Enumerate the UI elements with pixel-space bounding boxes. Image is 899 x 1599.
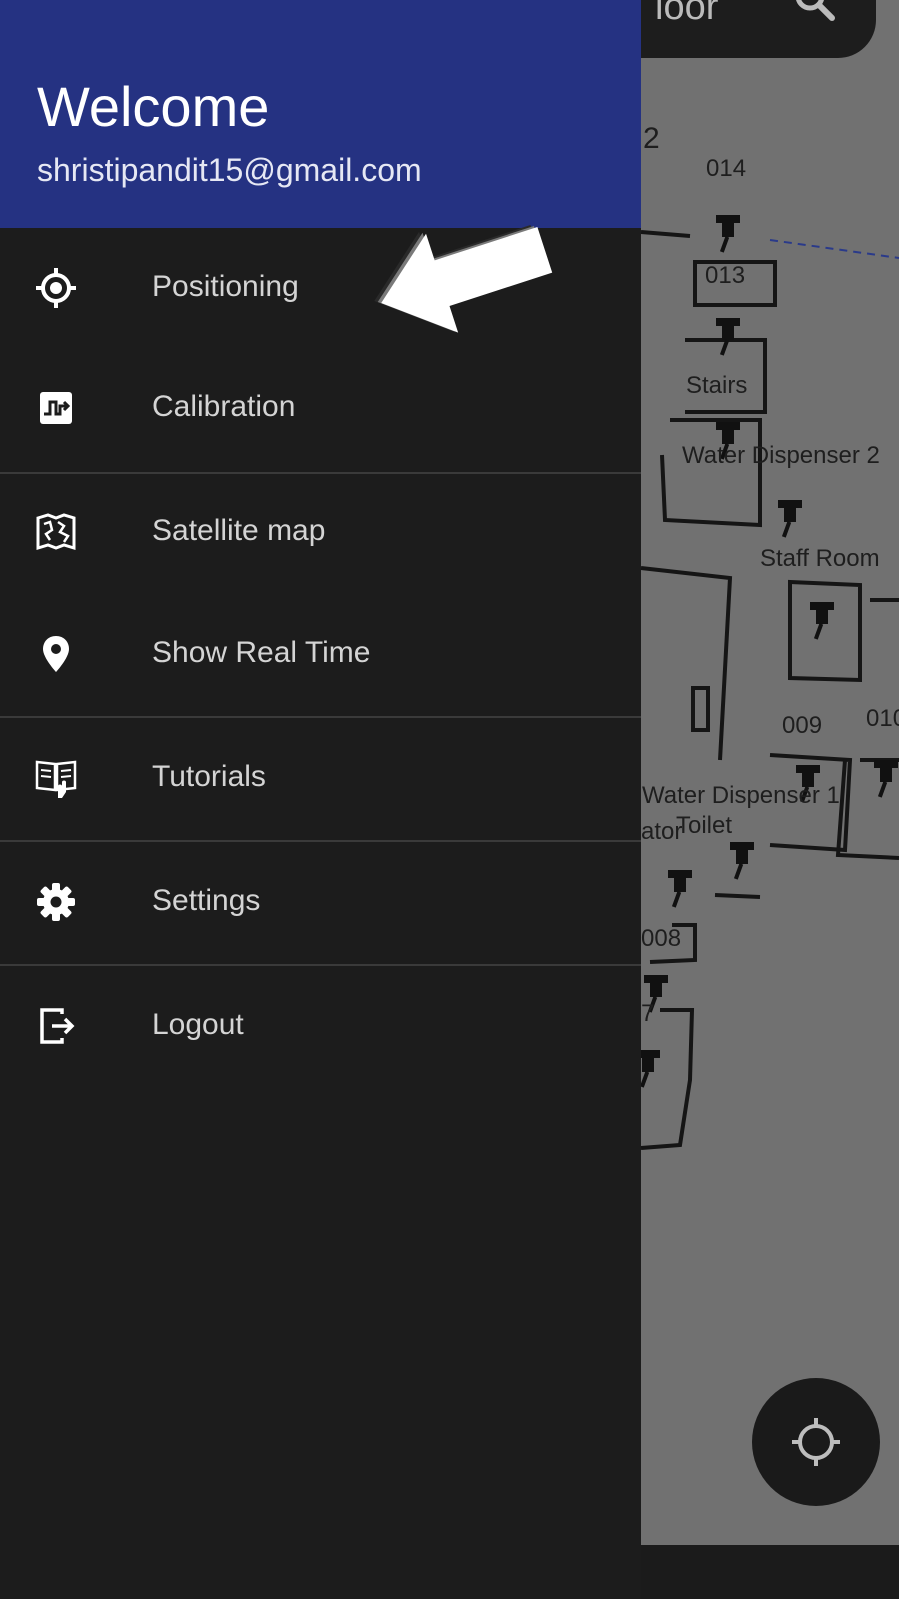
my-location-button[interactable] [752,1378,880,1506]
map-label-water-dispenser-2: Water Dispenser 2 [682,442,880,469]
menu-label-settings: Settings [152,884,261,917]
map-label-007: 7 [641,1000,655,1027]
menu-item-show-real-time[interactable]: Show Real Time [0,592,641,712]
map-label-stairs: Stairs [686,372,748,399]
pointer-arrow-icon [374,225,553,333]
logout-icon [34,1004,78,1048]
menu-item-settings[interactable]: Settings [0,840,641,960]
menu-label-logout: Logout [152,1008,244,1041]
location-pin-icon [34,632,78,676]
menu-label-calibration: Calibration [152,390,296,423]
crosshair-icon [34,266,78,310]
calibration-icon [34,386,78,430]
menu-item-tutorials[interactable]: Tutorials [0,716,641,836]
map-label-009: 009 [782,712,823,739]
map-label-014: 014 [706,155,747,182]
menu-label-show-real-time: Show Real Time [152,636,371,669]
crosshair-icon [792,1418,840,1466]
menu-item-satellite-map[interactable]: Satellite map [0,470,641,590]
map-icon [34,510,78,554]
search-icon[interactable] [792,0,836,30]
gear-icon [34,880,78,924]
map-label-010: 010 [866,705,899,732]
map-label-water-dispenser-1: Water Dispenser 1 [642,782,840,809]
map-label-013: 013 [705,262,746,289]
menu-label-positioning: Positioning [152,270,299,303]
map-label-staff-room: Staff Room [760,545,880,572]
user-email: shristipandit15@gmail.com [37,152,422,188]
map-label-008: 008 [641,925,682,952]
menu-label-tutorials: Tutorials [152,760,266,793]
map-label-room-2: 2 [643,122,660,155]
menu-label-satellite-map: Satellite map [152,514,326,547]
welcome-title: Welcome [37,75,270,138]
menu-item-logout[interactable]: Logout [0,964,641,1084]
floor-selector-label[interactable]: loor [655,0,718,29]
tutorial-book-icon [34,756,78,800]
menu-item-calibration[interactable]: Calibration [0,346,641,466]
map-label-toilet: Toilet [676,812,733,839]
